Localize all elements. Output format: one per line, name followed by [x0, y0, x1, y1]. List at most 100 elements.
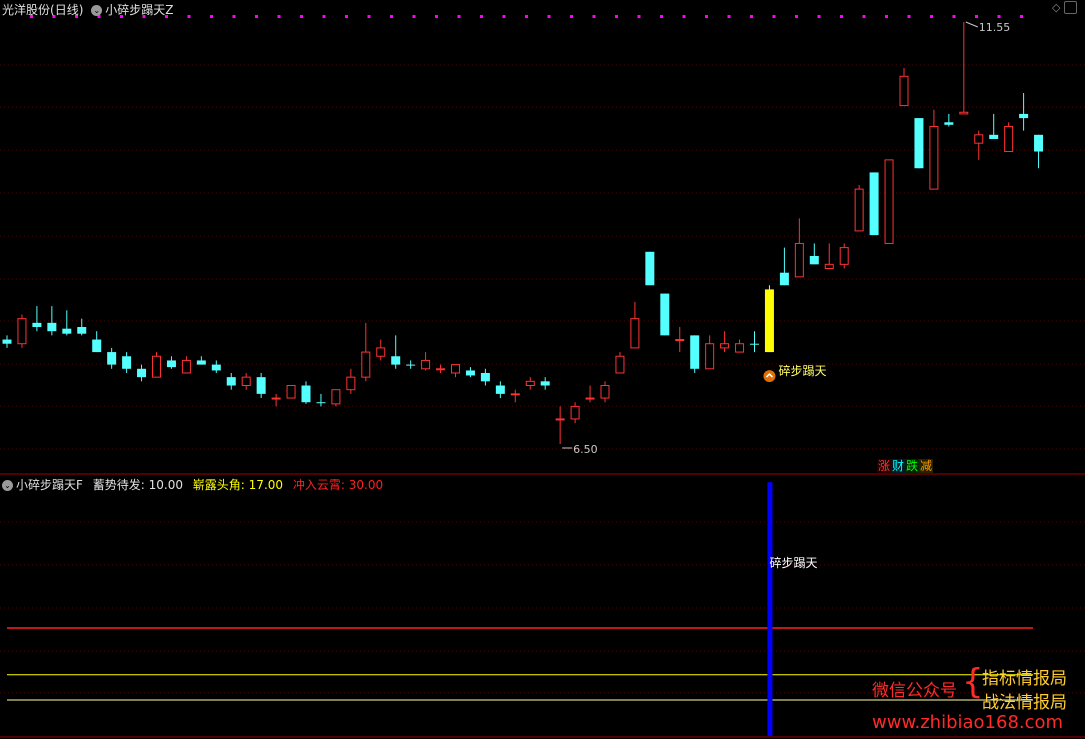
- candle-body-down: [77, 327, 87, 334]
- signal-dot: [547, 15, 551, 18]
- candle-body-up: [854, 188, 864, 232]
- candle-body-down: [540, 381, 550, 386]
- candle-body-down: [301, 385, 311, 403]
- signal-dot: [187, 15, 191, 18]
- lower-signal-label: 碎步蹋天: [769, 555, 817, 570]
- bottom-panel-header: ⌄ 小碎步蹋天F 蓄势待发: 10.00 崭露头角: 17.00 冲入云霄: 30…: [2, 476, 383, 493]
- low-price-label: 6.50: [573, 443, 598, 456]
- quick-buttons: 涨财跌减: [877, 459, 934, 473]
- candle-body-down: [869, 172, 879, 236]
- candle-body-down: [47, 322, 57, 332]
- candle-body-down: [480, 372, 490, 382]
- dropdown-icon[interactable]: ⌄: [91, 5, 103, 16]
- signal-dot: [930, 15, 933, 18]
- param-2-label: 崭露头角:: [192, 478, 245, 492]
- signal-dot: [907, 15, 911, 18]
- candle-body-up: [570, 405, 580, 420]
- candle-body-up: [824, 263, 834, 270]
- signal-dot: [885, 15, 888, 18]
- promo-url[interactable]: www.zhibiao168.com: [872, 712, 1063, 733]
- candle-body-up: [794, 242, 804, 278]
- candle-body-down: [1034, 134, 1044, 152]
- reduce-button[interactable]: 减: [919, 459, 934, 473]
- candle-body-up: [735, 343, 745, 353]
- stock-name[interactable]: 光洋股份: [2, 3, 50, 17]
- signal-dot: [525, 15, 528, 18]
- param-3-value: 30.00: [348, 478, 384, 492]
- indicator-name[interactable]: 小碎步蹋天Z: [105, 3, 173, 17]
- candle-body-up: [451, 364, 460, 374]
- signal-marker-icon: [763, 370, 776, 383]
- signal-dot: [210, 15, 213, 18]
- candle-body-down: [256, 377, 266, 394]
- finance-button[interactable]: 财: [891, 459, 906, 473]
- signal-dot: [480, 15, 483, 18]
- candle-body-down: [645, 251, 655, 286]
- candle-body-up: [241, 376, 251, 387]
- signal-bar: [767, 482, 773, 736]
- signal-dot: [727, 15, 731, 18]
- candle-body-up: [615, 355, 625, 374]
- candle-body-up: [346, 376, 356, 391]
- candle-body-up: [17, 318, 27, 345]
- signal-dot: [277, 15, 281, 18]
- candle-body-down: [989, 134, 999, 139]
- signal-dot: [862, 15, 866, 18]
- candle-body-down: [1019, 113, 1029, 119]
- lower-indicator-name[interactable]: 小碎步蹋天F: [16, 478, 83, 492]
- signal-dot: [255, 15, 258, 18]
- candle-body-up: [585, 397, 595, 400]
- price-annotations: 11.55 6.50 碎步蹋天: [562, 21, 1010, 456]
- candle-body-down: [2, 339, 12, 344]
- period-label[interactable]: (日线): [50, 3, 83, 17]
- candle-body-down: [406, 364, 416, 366]
- high-pointer: [965, 21, 978, 28]
- candle-body-down: [166, 360, 176, 368]
- candle-body-up: [181, 359, 191, 374]
- signal-dot: [1020, 15, 1023, 18]
- candle-body-up: [839, 247, 849, 265]
- candle-body-down: [92, 339, 102, 353]
- restore-icon[interactable]: [1064, 1, 1077, 14]
- candle-body-down: [690, 335, 700, 369]
- signal-dot: [300, 15, 303, 18]
- candle-body-down: [495, 385, 505, 394]
- signal-dot: [637, 15, 641, 18]
- candle-body-down: [137, 368, 147, 378]
- window-controls: [1064, 0, 1077, 14]
- fall-button[interactable]: 跌: [905, 459, 920, 473]
- param-1-label: 蓄势待发:: [92, 478, 145, 492]
- candle-body-up: [436, 368, 446, 371]
- candle-body-up: [899, 75, 909, 107]
- candle-body-up: [630, 318, 640, 349]
- signal-dot: [232, 15, 236, 18]
- signal-dot: [390, 15, 393, 18]
- candle-body-up: [720, 343, 730, 349]
- signal-dot: [750, 15, 753, 18]
- signal-dot: [682, 15, 686, 18]
- dropdown-icon[interactable]: ⌄: [2, 480, 13, 491]
- candle-body-down: [226, 377, 236, 386]
- signal-dot: [840, 15, 843, 18]
- candle-body-up: [974, 134, 984, 144]
- signal-dot: [705, 15, 708, 18]
- rise-button[interactable]: 涨: [877, 459, 892, 473]
- candle-body-up: [555, 418, 565, 421]
- candle-body-up: [421, 359, 431, 370]
- candle-body-up: [1004, 125, 1014, 153]
- diamond-icon[interactable]: ◇: [1052, 1, 1060, 14]
- candlestick-series: [2, 22, 1044, 444]
- param-1-value: 10.00: [148, 478, 183, 492]
- signal-dot: [772, 15, 776, 18]
- high-price-label: 11.55: [979, 21, 1011, 34]
- candle-body-up: [525, 380, 535, 387]
- signal-dot: [412, 15, 416, 18]
- signal-dots-row: [30, 15, 1023, 18]
- candle-body-up: [510, 393, 520, 396]
- signal-dot: [435, 15, 438, 18]
- candle-body-up: [705, 343, 715, 370]
- signal-label: 碎步蹋天: [778, 363, 826, 378]
- candle-body-down: [660, 293, 670, 336]
- brace-symbol: {: [962, 662, 984, 702]
- candle-body-down: [914, 118, 924, 169]
